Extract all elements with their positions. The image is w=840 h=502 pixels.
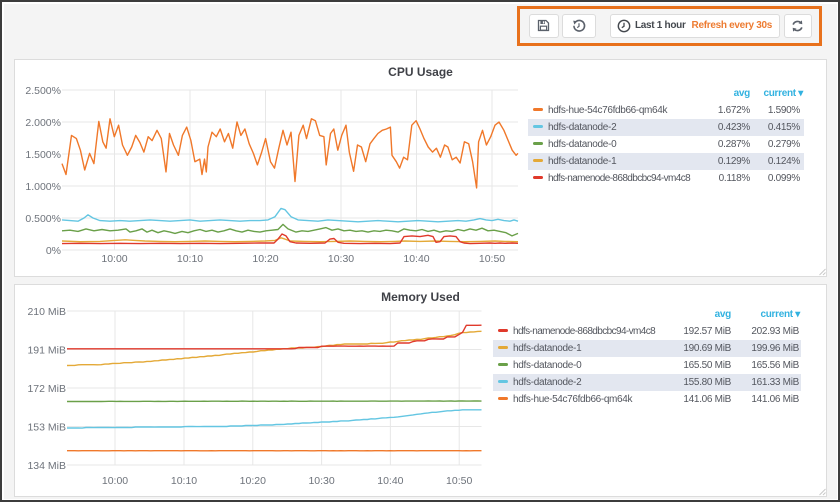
svg-text:10:20: 10:20 (252, 253, 278, 265)
svg-text:1.500%: 1.500% (25, 149, 61, 161)
svg-text:2.000%: 2.000% (25, 117, 61, 129)
svg-text:191 MiB: 191 MiB (27, 345, 66, 357)
svg-text:10:10: 10:10 (171, 475, 197, 487)
svg-text:10:40: 10:40 (377, 475, 403, 487)
svg-text:210 MiB: 210 MiB (27, 306, 66, 318)
svg-text:10:10: 10:10 (177, 253, 203, 265)
svg-text:10:30: 10:30 (308, 475, 334, 487)
svg-text:1.000%: 1.000% (25, 181, 61, 193)
svg-text:2.500%: 2.500% (25, 85, 61, 97)
svg-text:10:20: 10:20 (240, 475, 266, 487)
svg-text:10:40: 10:40 (403, 253, 429, 265)
svg-text:10:50: 10:50 (479, 253, 505, 265)
svg-text:172 MiB: 172 MiB (27, 383, 66, 395)
svg-text:153 MiB: 153 MiB (27, 422, 66, 434)
svg-text:10:00: 10:00 (101, 253, 127, 265)
svg-text:0%: 0% (46, 245, 61, 257)
svg-text:10:50: 10:50 (446, 475, 472, 487)
svg-text:10:00: 10:00 (102, 475, 128, 487)
svg-text:0.500%: 0.500% (25, 213, 61, 225)
svg-text:134 MiB: 134 MiB (27, 460, 66, 472)
svg-text:10:30: 10:30 (328, 253, 354, 265)
